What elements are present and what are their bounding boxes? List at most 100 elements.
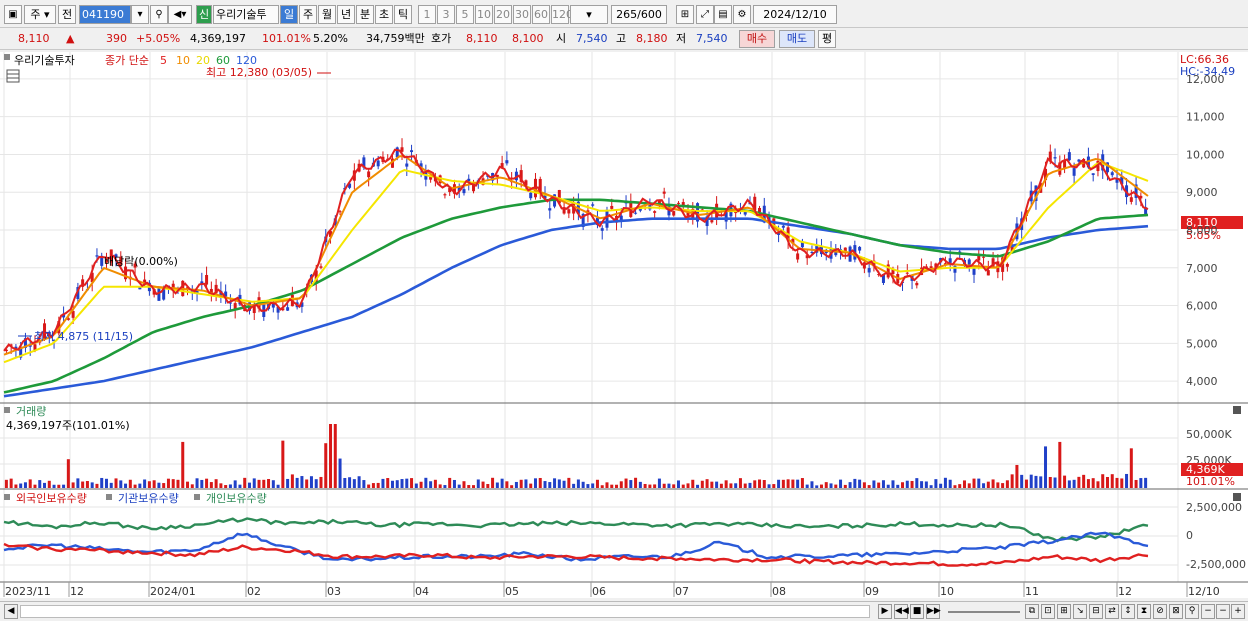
tool-icon-4[interactable]: ↘ xyxy=(1073,604,1087,619)
minute-dropdown[interactable]: ▾ xyxy=(570,5,608,24)
zoom-slider[interactable] xyxy=(948,611,1020,613)
volume-bars xyxy=(4,424,1148,488)
draw-icon[interactable]: ⤢ xyxy=(696,5,714,24)
dash-icon[interactable]: − xyxy=(1216,604,1230,619)
minute-tab-60[interactable]: 60 xyxy=(532,5,550,24)
stock-chart[interactable]: 우리기술투자 종가 단순 5 10 20 60 120 최고 12,380 (0… xyxy=(0,52,1248,598)
indiv-menu-icon[interactable] xyxy=(194,494,200,500)
volume-bar xyxy=(1120,478,1124,488)
candle-body xyxy=(367,171,371,178)
quote-bar: 8,110 ▲ 390 +5.05% 4,369,197 101.01% 5.2… xyxy=(0,28,1248,50)
period-tab-4[interactable]: 분 xyxy=(356,5,374,24)
zoom-icon[interactable]: ⚲ xyxy=(1185,604,1199,619)
market-select[interactable]: 주 ▾ xyxy=(24,5,56,24)
volume-bar xyxy=(38,480,42,488)
minute-tab-20[interactable]: 20 xyxy=(494,5,512,24)
volume-bar xyxy=(576,479,580,488)
volume-bar xyxy=(920,481,924,488)
open: 7,540 xyxy=(576,32,608,45)
prefix-button[interactable]: 전 xyxy=(58,5,76,24)
volume-menu-icon[interactable] xyxy=(4,407,10,413)
holding-close-icon[interactable] xyxy=(1233,493,1241,501)
tool-icon-3[interactable]: ⊞ xyxy=(1057,604,1071,619)
dropdown-icon[interactable]: ▾ xyxy=(131,5,149,24)
stop-icon[interactable]: ■ xyxy=(910,604,924,619)
volume-bar xyxy=(57,484,61,488)
candle-body xyxy=(591,204,595,206)
tool-icon-7[interactable]: ↕ xyxy=(1121,604,1135,619)
tool-icon-5[interactable]: ⊟ xyxy=(1089,604,1103,619)
tool-icon-8[interactable]: ⧗ xyxy=(1137,604,1151,619)
holding-menu-icon[interactable] xyxy=(4,494,10,500)
buy-button[interactable]: 매수 xyxy=(739,30,775,48)
volume-bar xyxy=(967,483,971,488)
sell-button[interactable]: 매도 xyxy=(779,30,815,48)
minute-tab-1[interactable]: 1 xyxy=(418,5,436,24)
period-tab-2[interactable]: 월 xyxy=(318,5,336,24)
minute-tab-10[interactable]: 10 xyxy=(475,5,493,24)
volume-bar xyxy=(424,477,428,488)
scroll-track[interactable] xyxy=(20,605,870,618)
volume-bar xyxy=(4,479,8,488)
volume-bar xyxy=(986,481,990,488)
candle-body xyxy=(1110,172,1114,176)
period-tab-1[interactable]: 주 xyxy=(299,5,317,24)
tool-icon-1[interactable]: ⧉ xyxy=(1025,604,1039,619)
tool-icon-9[interactable]: ⊘ xyxy=(1153,604,1167,619)
volume-bar xyxy=(143,479,147,488)
scroll-right-icon[interactable]: ▶ xyxy=(878,604,892,619)
period-tab-0[interactable]: 일 xyxy=(280,5,298,24)
foreign-holding-label: 외국인보유수량 xyxy=(16,492,87,505)
tool-icon-6[interactable]: ⇄ xyxy=(1105,604,1119,619)
price: 8,110 xyxy=(18,32,50,45)
minute-tab-30[interactable]: 30 xyxy=(513,5,531,24)
code-input[interactable]: 041190 xyxy=(79,5,131,24)
table-icon[interactable] xyxy=(6,69,20,83)
candle-body xyxy=(319,266,323,268)
forward-icon[interactable]: ▶▶ xyxy=(926,604,941,619)
volume-bar xyxy=(290,474,294,488)
volume-bar xyxy=(767,484,771,488)
volume-bar xyxy=(147,481,151,488)
holding-line-red xyxy=(3,542,1149,567)
count-field[interactable]: 265/600 xyxy=(611,5,667,24)
signal-badge[interactable]: 신 xyxy=(196,5,212,24)
candle-body xyxy=(505,160,509,164)
eval-button[interactable]: 평 xyxy=(818,30,836,48)
bottom-scrollbar[interactable]: ◀ ▶ ◀◀ ■ ▶▶ ⧉ ⊡ ⊞ ↘ ⊟ ⇄ ↕ ⧗ ⊘ ⊠ ⚲ − − + xyxy=(0,601,1248,621)
scroll-left-icon[interactable]: ◀ xyxy=(4,604,18,619)
candle-body xyxy=(915,282,919,286)
speaker-icon[interactable]: ◀▾ xyxy=(168,5,192,24)
period-tab-6[interactable]: 틱 xyxy=(394,5,412,24)
tool-icon-2[interactable]: ⊡ xyxy=(1041,604,1055,619)
panel-menu-icon[interactable] xyxy=(4,54,10,60)
inst-menu-icon[interactable] xyxy=(106,494,112,500)
candle-body xyxy=(1091,173,1095,175)
candle-body xyxy=(1129,197,1133,202)
search-icon[interactable]: ⚲ xyxy=(150,5,168,24)
window-icon[interactable]: ▣ xyxy=(4,5,22,24)
period-tab-5[interactable]: 초 xyxy=(375,5,393,24)
period-tab-3[interactable]: 년 xyxy=(337,5,355,24)
indicator-icon[interactable]: ⊞ xyxy=(676,5,694,24)
x-label-1: 12 xyxy=(70,585,84,598)
candle-body xyxy=(982,256,986,258)
volume-bar xyxy=(1086,479,1090,488)
date-field[interactable]: 2024/12/10 xyxy=(753,5,837,24)
tool-icon-10[interactable]: ⊠ xyxy=(1169,604,1183,619)
minute-tab-3[interactable]: 3 xyxy=(437,5,455,24)
plus-icon[interactable]: + xyxy=(1231,604,1245,619)
chart-area[interactable]: 우리기술투자 종가 단순 5 10 20 60 120 최고 12,380 (0… xyxy=(0,52,1248,598)
candle-body xyxy=(376,160,380,167)
gear-icon[interactable]: ⚙ xyxy=(733,5,751,24)
volume-bar xyxy=(252,478,256,488)
volume-bar xyxy=(81,481,85,488)
minute-tab-5[interactable]: 5 xyxy=(456,5,474,24)
save-icon[interactable]: ▤ xyxy=(714,5,732,24)
volume-close-icon[interactable] xyxy=(1233,406,1241,414)
rewind-icon[interactable]: ◀◀ xyxy=(894,604,909,619)
volume-bar xyxy=(486,484,490,488)
minute-tab-120[interactable]: 120 xyxy=(551,5,573,24)
volume-bar xyxy=(595,479,599,488)
minus-icon[interactable]: − xyxy=(1201,604,1215,619)
